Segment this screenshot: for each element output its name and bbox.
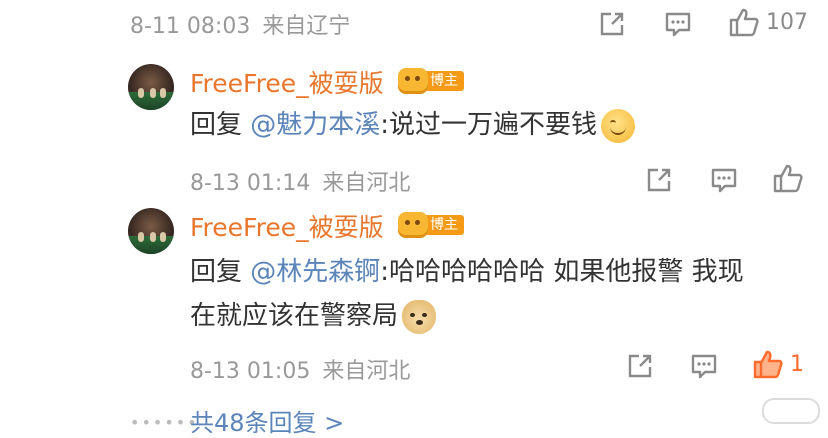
top-like-button[interactable]: 107 <box>728 6 808 38</box>
reply-source: 来自河北 <box>322 171 411 196</box>
badge-icon <box>398 212 428 238</box>
avatar[interactable] <box>128 64 174 110</box>
reply-time: 8-13 01:05 <box>190 359 311 384</box>
share-icon <box>647 168 671 192</box>
mention-link[interactable]: @林先森锕 <box>250 257 380 287</box>
blogger-badge: 博主 <box>398 212 464 238</box>
top-like-count: 107 <box>766 9 808 35</box>
like-icon <box>729 8 759 37</box>
reply-time: 8-13 01:14 <box>190 171 311 196</box>
like-button[interactable]: 1 <box>752 348 804 380</box>
top-meta: 8-11 08:03 来自辽宁 <box>130 8 350 40</box>
avatar[interactable] <box>128 208 174 254</box>
liked-like-icon <box>753 350 783 379</box>
comment-button[interactable] <box>710 164 738 196</box>
share-button[interactable] <box>626 350 654 382</box>
doge-emoji-icon <box>402 299 437 334</box>
reply-text: 回复 @林先森锕:哈哈哈哈哈哈 如果他报警 我现 在就应该在警察局 <box>190 250 744 338</box>
comment-button[interactable] <box>690 350 718 382</box>
like-icon <box>773 164 803 193</box>
reply-meta: 8-13 01:05 来自河北 <box>190 353 410 385</box>
reply-text: 回复 @魅力本溪:说过一万遍不要钱 <box>190 103 636 147</box>
blogger-badge: 博主 <box>398 68 464 94</box>
reply-meta: 8-13 01:14 来自河北 <box>190 165 410 197</box>
thread-connector: •••••• <box>130 413 199 432</box>
like-count: 1 <box>790 351 804 377</box>
badge-label: 博主 <box>424 215 464 235</box>
comment-icon <box>665 12 691 37</box>
top-comment-button[interactable] <box>664 8 692 40</box>
badge-label: 博主 <box>424 71 464 91</box>
smile-emoji-icon <box>601 108 636 143</box>
top-share-button[interactable] <box>598 8 626 40</box>
username[interactable]: FreeFree_被耍版 <box>190 208 384 244</box>
share-icon <box>628 354 652 378</box>
username[interactable]: FreeFree_被耍版 <box>190 64 384 100</box>
share-button[interactable] <box>645 164 673 196</box>
badge-icon <box>398 68 428 94</box>
share-icon <box>600 12 624 36</box>
top-time: 8-11 08:03 <box>130 14 251 39</box>
top-source: 来自辽宁 <box>262 14 351 39</box>
watermark <box>762 398 820 424</box>
comment-icon <box>711 168 737 193</box>
reply-source: 来自河北 <box>322 359 411 384</box>
mention-link[interactable]: @魅力本溪 <box>250 110 380 140</box>
more-replies-link[interactable]: 共48条回复 > <box>190 403 344 438</box>
comment-icon <box>691 354 717 379</box>
like-button[interactable] <box>772 162 804 194</box>
